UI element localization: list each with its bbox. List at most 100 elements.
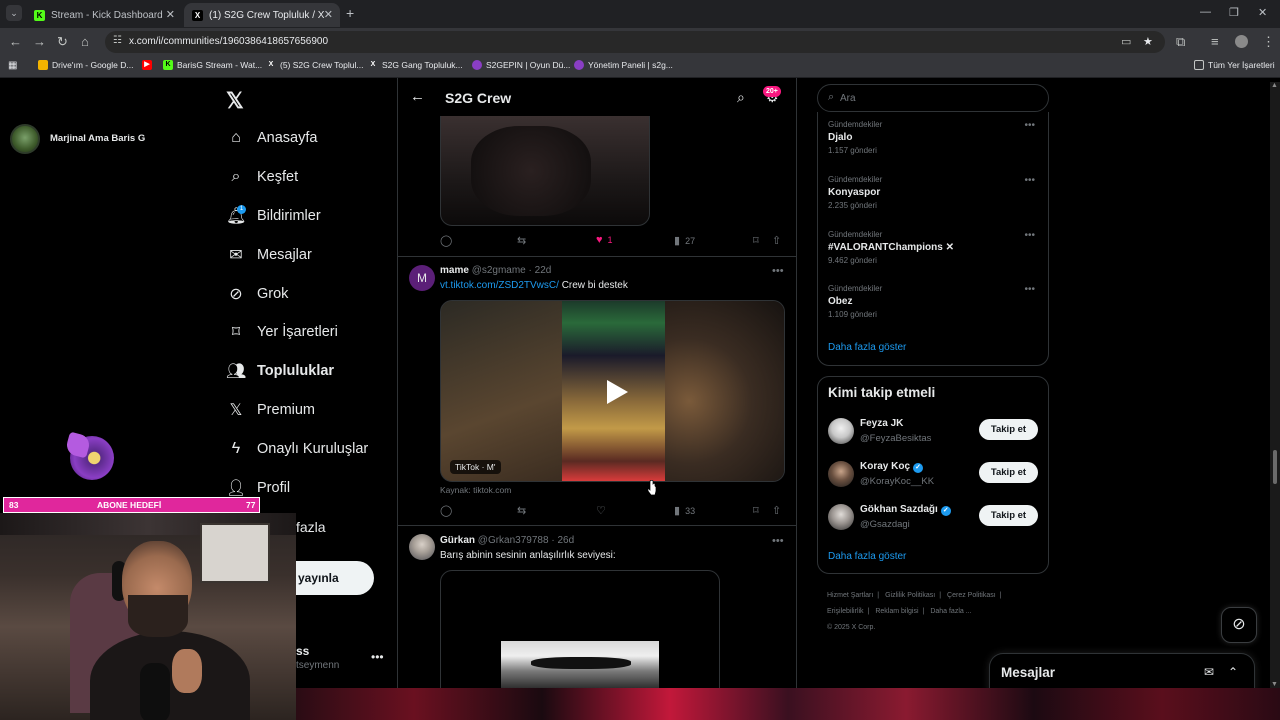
more-icon[interactable]: ••• [772,265,784,277]
avatar[interactable] [10,124,40,154]
footer-link[interactable]: Daha fazla ... [930,608,971,615]
avatar[interactable]: M [409,265,435,291]
views-button[interactable]: ▮ 27 [674,234,695,247]
repost-button[interactable]: ⇆ [517,234,526,247]
chevron-up-icon[interactable]: ⌃ [1228,665,1238,679]
close-icon[interactable]: ✕ [166,8,175,21]
video-player[interactable]: TikTok · M' [440,300,785,482]
maximize-button[interactable]: ❐ [1229,6,1239,19]
more-icon[interactable]: ••• [1024,175,1035,186]
new-message-icon[interactable]: ✉ [1204,665,1214,679]
footer-link[interactable]: Erişilebilirlik [827,608,864,615]
star-icon[interactable]: ★ [1143,35,1153,48]
media-icon[interactable]: ≡ [1211,34,1219,49]
more-icon[interactable]: ••• [1024,284,1035,295]
nav-premium[interactable]: 𝕏 Premium [226,396,315,424]
nav-verified-orgs[interactable]: ϟ Onaylı Kuruluşlar [226,435,368,463]
search-icon[interactable]: ⌕ [737,89,745,106]
bookmark-drive[interactable]: Drive'ım - Google D... [38,60,133,70]
share-button[interactable]: ⇧ [772,234,781,247]
x-logo-icon[interactable]: 𝕏 [226,88,244,114]
follow-button[interactable]: Takip et [979,419,1038,440]
tab-search-button[interactable]: ⌄ [6,5,22,21]
reply-button[interactable]: ◯ [440,504,452,517]
footer-link[interactable]: Reklam bilgisi [875,608,918,615]
follow-button[interactable]: Takip et [979,462,1038,483]
bookmark-barisg[interactable]: K BarisG Stream - Wat... [163,60,262,70]
nav-home[interactable]: ⌂ Anasayfa [226,124,317,152]
bookmark-yonetim[interactable]: Yönetim Paneli | s2g... [574,60,673,70]
post-author[interactable]: mame @s2gmame · 22d [440,265,551,276]
nav-explore[interactable]: ⌕ Keşfet [226,163,299,191]
footer-link[interactable]: Gizlilik Politikası [885,592,935,599]
grok-icon[interactable]: ⊘ [1221,607,1257,643]
avatar[interactable] [1235,35,1248,48]
post-button[interactable]: yayınla [296,561,374,595]
bookmark-s2g-crew[interactable]: X (5) S2G Crew Toplul... [266,60,364,70]
address-bar[interactable]: ☷ x.com/i/communities/196038641865765690… [105,31,1165,53]
messages-drawer[interactable]: Mesajlar ✉ ⌃ [989,653,1255,693]
forward-icon[interactable]: → [33,34,46,49]
scroll-down-icon[interactable]: ▼ [1271,681,1278,688]
scrollbar[interactable]: ▲ ▼ [1270,82,1280,688]
nav-bookmarks[interactable]: ⌑ Yer İşaretleri [226,318,338,346]
bookmark-button[interactable]: ⌑ [753,504,759,517]
all-bookmarks[interactable]: Tüm Yer İşaretleri [1194,60,1275,70]
close-icon[interactable]: ✕ [324,8,333,21]
post-author[interactable]: Gürkan @Grkan379788 · 26d [440,535,574,546]
share-button[interactable]: ⇧ [772,504,781,517]
post-image[interactable] [440,570,720,690]
trend-item[interactable]: Gündemdekiler Obez 1.109 gönderi ••• [828,284,1043,319]
scroll-up-icon[interactable]: ▲ [1271,82,1278,89]
bookmark-youtube[interactable]: ▶ [142,60,156,70]
more-icon[interactable]: ••• [1024,120,1035,131]
tab-kick-dashboard[interactable]: K Stream - Kick Dashboard ✕ [26,3,182,27]
reload-icon[interactable]: ↻ [57,34,68,50]
home-icon[interactable]: ⌂ [81,34,89,49]
footer-link[interactable]: Hizmet Şartları [827,592,873,599]
menu-icon[interactable]: ⋮ [1262,34,1275,50]
more-icon[interactable]: ••• [1024,230,1035,241]
new-tab-button[interactable]: + [346,5,354,21]
apps-icon[interactable]: ▦ [8,60,17,71]
cast-icon[interactable]: ▭ [1121,35,1131,48]
minimize-button[interactable]: — [1200,6,1211,18]
post-link[interactable]: vt.tiktok.com/ZSD2TVwsC/ [440,280,559,291]
show-more-link[interactable]: Daha fazla göster [828,342,906,353]
like-button[interactable]: ♥ 1 [596,234,613,246]
follow-button[interactable]: Takip et [979,505,1038,526]
footer-link[interactable]: Çerez Politikası [947,592,996,599]
tab-s2g-crew[interactable]: X (1) S2G Crew Topluluk / X ✕ [184,3,340,27]
avatar[interactable] [409,534,435,560]
reply-button[interactable]: ◯ [440,234,452,247]
show-more-link[interactable]: Daha fazla göster [828,551,906,562]
nav-communities[interactable]: 👥︎ Topluluklar [226,357,334,385]
follow-suggestion[interactable]: Gökhan Sazdağı ✓ @Gsazdagi Takip et [828,502,1040,532]
bookmark-s2gepin[interactable]: S2GEPIN | Oyun Dü... [472,60,570,70]
post-image[interactable] [440,116,650,226]
avatar[interactable] [828,418,854,444]
bookmark-s2g-gang[interactable]: X S2G Gang Topluluk... [368,60,463,70]
link-source[interactable]: Kaynak: tiktok.com [440,485,511,495]
close-window-button[interactable]: ✕ [1258,6,1267,19]
follow-suggestion[interactable]: Feyza JK @FeyzaBesiktas Takip et [828,416,1040,446]
trend-item[interactable]: Gündemdekiler Konyaspor 2.235 gönderi ••… [828,175,1043,210]
extensions-icon[interactable]: ⧉ [1176,34,1185,50]
repost-button[interactable]: ⇆ [517,504,526,517]
play-icon[interactable] [598,375,632,409]
trend-item[interactable]: Gündemdekiler Djalo 1.157 gönderi ••• [828,120,1043,155]
more-icon[interactable]: ••• [371,650,384,664]
like-button[interactable]: ♡ [596,504,606,517]
scrollbar-thumb[interactable] [1273,450,1277,484]
account-name[interactable]: ss [296,644,309,658]
site-info-icon[interactable]: ☷ [113,35,122,46]
bookmark-button[interactable]: ⌑ [753,234,759,247]
avatar[interactable] [828,461,854,487]
nav-more[interactable]: fazla [296,519,326,535]
trend-item[interactable]: Gündemdekiler #VALORANTChampions ✕ 9.462… [828,230,1043,265]
views-button[interactable]: ▮ 33 [674,504,695,517]
search-input[interactable]: ⌕ Ara [817,84,1049,112]
nav-grok[interactable]: ⊘ Grok [226,280,288,308]
nav-messages[interactable]: ✉ Mesajlar [226,241,312,269]
avatar[interactable] [828,504,854,530]
